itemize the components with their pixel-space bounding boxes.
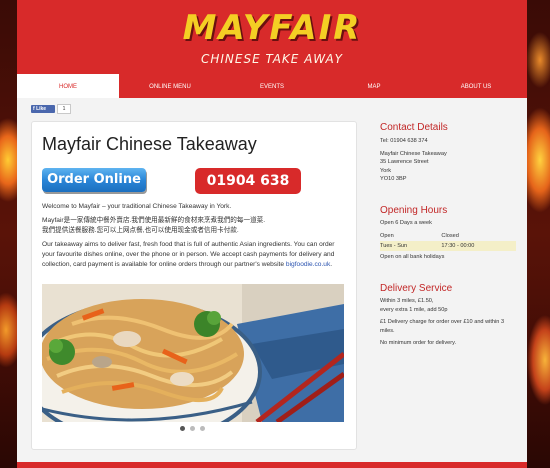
hours-time: 17:30 - 00:00 xyxy=(441,240,516,251)
about-paragraph: Our takeaway aims to deliver fast, fresh… xyxy=(42,240,348,270)
delivery-line-4: No minimum order for delivery. xyxy=(380,340,457,346)
bigfoodie-link[interactable]: bigfoodie.co.uk xyxy=(286,261,330,268)
delivery-line-3: £1 Delivery charge for order over £10 an… xyxy=(380,319,505,334)
carousel-dot-3[interactable] xyxy=(200,426,205,431)
delivery-line-2: every extra 1 mile, add 50p xyxy=(380,306,448,313)
contact-heading: Contact Details xyxy=(380,122,448,133)
address-line: Mayfair Chinese Takeaway xyxy=(380,150,447,157)
nav-online-menu[interactable]: ONLINE MENU xyxy=(119,76,221,98)
hours-heading: Opening Hours xyxy=(380,205,448,216)
nav-events[interactable]: EVENTS xyxy=(221,76,323,98)
contact-tel[interactable]: Tel: 01904 638 374 xyxy=(380,137,520,146)
page-container: MAYFAIR CHINESE TAKE AWAY HOME ONLINE ME… xyxy=(17,0,527,468)
address-line: 35 Lawrence Street xyxy=(380,159,429,165)
carousel-dot-1[interactable] xyxy=(180,426,185,431)
hours-table: Open Closed Tues - Sun 17:30 - 00:00 xyxy=(380,231,516,251)
page-title: Mayfair Chinese Takeaway xyxy=(42,134,257,154)
site-logo[interactable]: MAYFAIR xyxy=(17,8,527,48)
order-online-button[interactable]: Order Online xyxy=(42,168,146,192)
chinese-line-2: 我們提供送餐服務.您可以上网点餐,也可以使用现金或者信用卡付款. xyxy=(42,227,239,234)
chinese-intro: Mayfair是一家傳統中餐外賣店.我們使用最新鮮的食材來烹煮我們的每一道菜. … xyxy=(42,216,348,236)
footer-bar xyxy=(17,462,527,468)
hours-note: Open on all bank holidays xyxy=(380,253,445,260)
like-label: Like xyxy=(36,106,47,112)
like-count: 1 xyxy=(57,104,71,114)
carousel-dots xyxy=(180,426,205,431)
noodles-illustration xyxy=(42,284,344,422)
main-content: Mayfair Chinese Takeaway Order Online 01… xyxy=(31,121,357,450)
hours-section: Opening Hours Open 6 Days a week Open Cl… xyxy=(380,205,520,261)
hours-day: Tues - Sun xyxy=(380,240,442,251)
facebook-like-button[interactable]: f Like xyxy=(31,105,55,113)
social-bar: f Like 1 xyxy=(31,104,71,114)
site-header: MAYFAIR CHINESE TAKE AWAY xyxy=(17,0,527,76)
contact-address: Mayfair Chinese Takeaway 35 Lawrence Str… xyxy=(380,150,520,184)
delivery-section: Delivery Service Within 3 miles, £1.50, … xyxy=(380,283,520,348)
about-end: . xyxy=(330,261,333,268)
hours-row: Tues - Sun 17:30 - 00:00 xyxy=(380,240,516,251)
site-tagline: CHINESE TAKE AWAY xyxy=(200,52,344,66)
address-line: York xyxy=(380,167,391,174)
noodles-photo xyxy=(42,284,344,422)
nav-home[interactable]: HOME xyxy=(17,74,119,98)
delivery-line-1: Within 3 miles, £1.50, xyxy=(380,298,434,304)
nav-about-us[interactable]: ABOUT US xyxy=(425,76,527,98)
address-line: YO10 3BP xyxy=(380,176,407,182)
contact-section: Contact Details Tel: 01904 638 374 Mayfa… xyxy=(380,122,520,184)
phone-number-button[interactable]: 01904 638 374 xyxy=(195,168,301,215)
hours-col-closed: Closed xyxy=(441,232,459,239)
carousel-dot-2[interactable] xyxy=(190,426,195,431)
welcome-text: Welcome to Mayfair – your traditional Ch… xyxy=(42,203,232,210)
chinese-line-1: Mayfair是一家傳統中餐外賣店.我們使用最新鮮的食材來烹煮我們的每一道菜. xyxy=(42,217,266,224)
nav-map[interactable]: MAP xyxy=(323,76,425,98)
hours-col-open: Open xyxy=(380,232,394,239)
delivery-heading: Delivery Service xyxy=(380,283,453,294)
main-nav: HOME ONLINE MENU EVENTS MAP ABOUT US xyxy=(17,74,527,98)
hours-subtitle: Open 6 Days a week xyxy=(380,220,432,226)
